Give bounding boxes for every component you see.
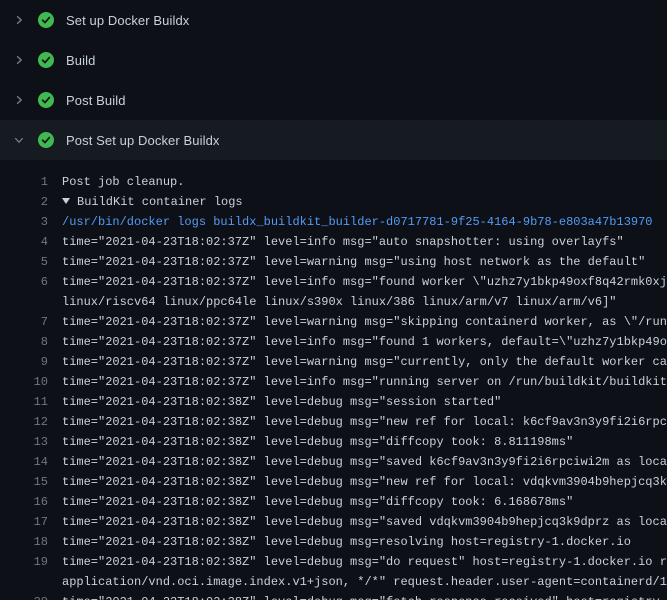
step-row-set-up-docker-buildx[interactable]: Set up Docker Buildx xyxy=(0,0,667,40)
actions-log-viewer: Set up Docker Buildx Build Post Buil xyxy=(0,0,667,600)
log-line: 16 time="2021-04-23T18:02:38Z" level=debu… xyxy=(0,492,667,512)
log-group-label: BuildKit container logs xyxy=(77,195,243,209)
log-line: 7 time="2021-04-23T18:02:37Z" level=warni… xyxy=(0,312,667,332)
log-text: Post job cleanup. xyxy=(62,172,667,192)
steps-list: Set up Docker Buildx Build Post Buil xyxy=(0,0,667,160)
log-text: application/vnd.oci.image.index.v1+json,… xyxy=(62,572,667,592)
log-line: 10 time="2021-04-23T18:02:37Z" level=info… xyxy=(0,372,667,392)
line-number[interactable]: 16 xyxy=(0,492,48,512)
line-number[interactable]: 9 xyxy=(0,352,48,372)
step-label: Post Set up Docker Buildx xyxy=(66,133,220,148)
step-row-post-build[interactable]: Post Build xyxy=(0,80,667,120)
line-number[interactable]: 4 xyxy=(0,232,48,252)
log-line: 18 time="2021-04-23T18:02:38Z" level=debu… xyxy=(0,532,667,552)
chevron-right-icon xyxy=(12,12,26,28)
line-number[interactable]: 6 xyxy=(0,272,48,292)
line-number[interactable]: 13 xyxy=(0,432,48,452)
log-text: time="2021-04-23T18:02:38Z" level=debug … xyxy=(62,472,667,492)
line-number[interactable] xyxy=(0,572,48,592)
success-check-icon xyxy=(38,132,54,148)
line-number[interactable]: 18 xyxy=(0,532,48,552)
log-text: time="2021-04-23T18:02:37Z" level=warnin… xyxy=(62,252,667,272)
line-number[interactable]: 1 xyxy=(0,172,48,192)
log-text: time="2021-04-23T18:02:37Z" level=info m… xyxy=(62,272,667,292)
line-number[interactable]: 5 xyxy=(0,252,48,272)
chevron-right-icon xyxy=(12,52,26,68)
step-row-build[interactable]: Build xyxy=(0,40,667,80)
log-line: 4 time="2021-04-23T18:02:37Z" level=info … xyxy=(0,232,667,252)
step-row-post-set-up-docker-buildx[interactable]: Post Set up Docker Buildx xyxy=(0,120,667,160)
line-number[interactable]: 7 xyxy=(0,312,48,332)
success-check-icon xyxy=(38,52,54,68)
log-text: linux/riscv64 linux/ppc64le linux/s390x … xyxy=(62,292,667,312)
log-line: 20 time="2021-04-23T18:02:38Z" level=debu… xyxy=(0,592,667,600)
log-line: 3/usr/bin/docker logs buildx_buildkit_bu… xyxy=(0,212,667,232)
log-line: 17 time="2021-04-23T18:02:38Z" level=debu… xyxy=(0,512,667,532)
log-line: 5 time="2021-04-23T18:02:37Z" level=warni… xyxy=(0,252,667,272)
log-text: time="2021-04-23T18:02:38Z" level=debug … xyxy=(62,532,667,552)
log-command-text: /usr/bin/docker logs buildx_buildkit_bui… xyxy=(62,212,667,232)
log-line: 19 time="2021-04-23T18:02:38Z" level=debu… xyxy=(0,552,667,572)
line-number[interactable] xyxy=(0,292,48,312)
chevron-down-icon xyxy=(12,132,26,148)
log-line: 12 time="2021-04-23T18:02:38Z" level=debu… xyxy=(0,412,667,432)
log-text: time="2021-04-23T18:02:37Z" level=warnin… xyxy=(62,312,667,332)
line-number[interactable]: 8 xyxy=(0,332,48,352)
log-line: 15 time="2021-04-23T18:02:38Z" level=debu… xyxy=(0,472,667,492)
log-text: time="2021-04-23T18:02:38Z" level=debug … xyxy=(62,552,667,572)
line-number[interactable]: 3 xyxy=(0,212,48,232)
line-number[interactable]: 15 xyxy=(0,472,48,492)
log-text: time="2021-04-23T18:02:37Z" level=info m… xyxy=(62,232,667,252)
line-number[interactable]: 10 xyxy=(0,372,48,392)
step-label: Build xyxy=(66,53,95,68)
log-line: 2 BuildKit container logs xyxy=(0,192,667,212)
log-line: 9 time="2021-04-23T18:02:37Z" level=warni… xyxy=(0,352,667,372)
line-number[interactable]: 12 xyxy=(0,412,48,432)
log-line: 14 time="2021-04-23T18:02:38Z" level=debu… xyxy=(0,452,667,472)
log-line-continuation: application/vnd.oci.image.index.v1+json,… xyxy=(0,572,667,592)
line-number[interactable]: 2 xyxy=(0,192,48,212)
log-line: 1 Post job cleanup. xyxy=(0,172,667,192)
log-line: 13 time="2021-04-23T18:02:38Z" level=debu… xyxy=(0,432,667,452)
step-label: Post Build xyxy=(66,93,126,108)
log-text: time="2021-04-23T18:02:38Z" level=debug … xyxy=(62,412,667,432)
line-number[interactable]: 14 xyxy=(0,452,48,472)
log-line-continuation: linux/riscv64 linux/ppc64le linux/s390x … xyxy=(0,292,667,312)
log-text: time="2021-04-23T18:02:37Z" level=info m… xyxy=(62,372,667,392)
line-number[interactable]: 17 xyxy=(0,512,48,532)
success-check-icon xyxy=(38,92,54,108)
log-text: time="2021-04-23T18:02:38Z" level=debug … xyxy=(62,592,667,600)
log-area: 1 Post job cleanup. 2 BuildKit container lo… xyxy=(0,160,667,600)
chevron-right-icon xyxy=(12,92,26,108)
log-text: time="2021-04-23T18:02:38Z" level=debug … xyxy=(62,392,667,412)
log-text: time="2021-04-23T18:02:38Z" level=debug … xyxy=(62,512,667,532)
line-number[interactable]: 20 xyxy=(0,592,48,600)
log-line: 8 time="2021-04-23T18:02:37Z" level=info … xyxy=(0,332,667,352)
log-text: time="2021-04-23T18:02:38Z" level=debug … xyxy=(62,452,667,472)
log-text: time="2021-04-23T18:02:37Z" level=warnin… xyxy=(62,352,667,372)
line-number[interactable]: 11 xyxy=(0,392,48,412)
log-text: time="2021-04-23T18:02:37Z" level=info m… xyxy=(62,332,667,352)
step-label: Set up Docker Buildx xyxy=(66,13,189,28)
success-check-icon xyxy=(38,12,54,28)
log-line: 11 time="2021-04-23T18:02:38Z" level=debu… xyxy=(0,392,667,412)
log-text: time="2021-04-23T18:02:38Z" level=debug … xyxy=(62,432,667,452)
line-number[interactable]: 19 xyxy=(0,552,48,572)
triangle-down-icon xyxy=(62,198,70,204)
log-text: time="2021-04-23T18:02:38Z" level=debug … xyxy=(62,492,667,512)
log-group-toggle[interactable]: BuildKit container logs xyxy=(62,192,667,212)
log-line: 6 time="2021-04-23T18:02:37Z" level=info … xyxy=(0,272,667,292)
